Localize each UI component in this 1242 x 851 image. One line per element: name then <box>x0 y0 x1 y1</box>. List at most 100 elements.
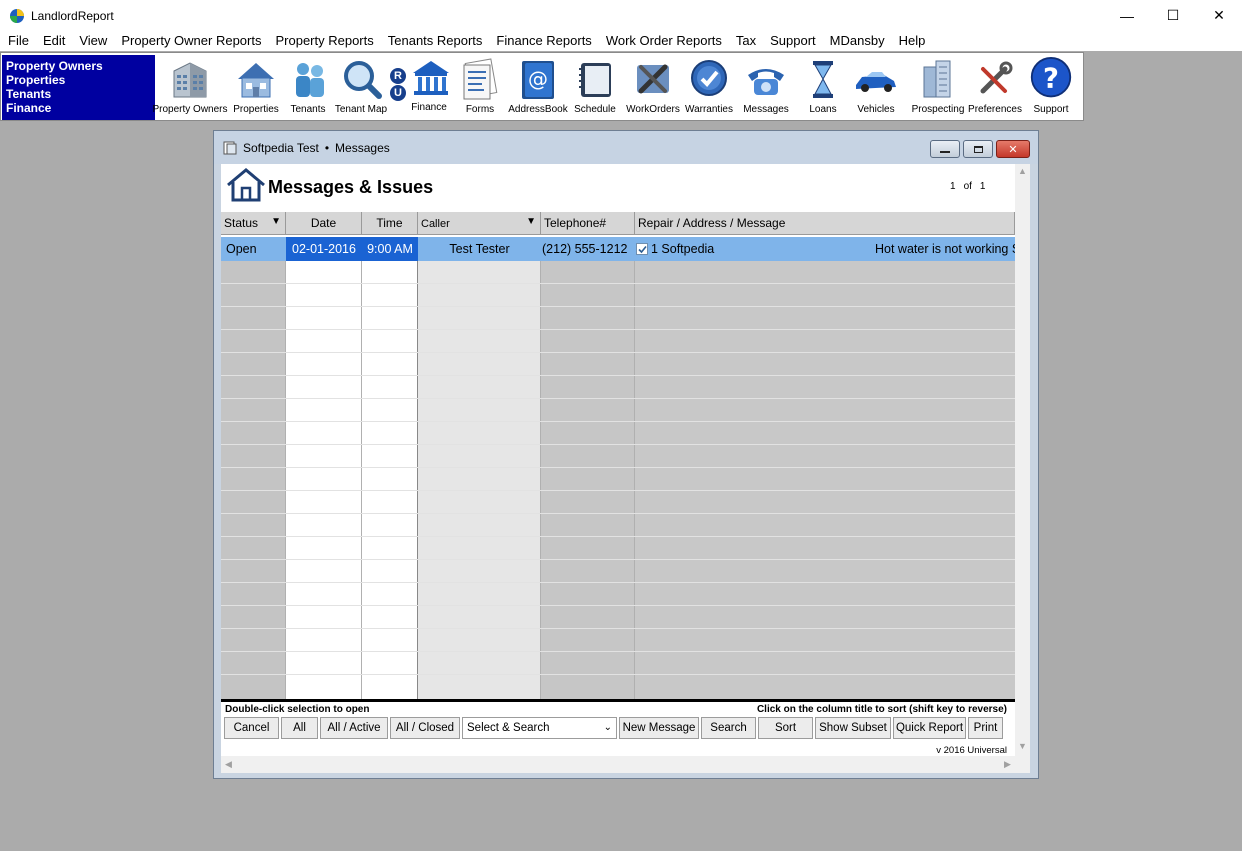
toolbar: Property Owners Properties Tenants Finan… <box>0 52 1084 121</box>
chevron-down-icon: ⌄ <box>603 722 612 733</box>
column-header-caller[interactable]: Caller ▼ <box>418 212 541 235</box>
chevron-down-icon: ▼ <box>526 216 536 227</box>
new-message-button[interactable]: New Message <box>619 717 699 739</box>
grid-line <box>221 674 1015 675</box>
messages-window: Softpedia Test • Messages ✕ Messages & I… <box>213 130 1039 779</box>
menu-finance-reports[interactable]: Finance Reports <box>489 31 598 51</box>
scroll-left-icon[interactable]: ◀ <box>221 756 236 773</box>
toolbar-tenant-map[interactable]: Tenant Map <box>335 57 387 119</box>
cell-telephone: (212) 555-1212 <box>542 242 628 256</box>
menu-view[interactable]: View <box>72 31 114 51</box>
messages-window-title-bar: Softpedia Test • Messages ✕ <box>214 131 1038 164</box>
document-icon <box>223 141 237 155</box>
minimize-button[interactable]: — <box>1104 0 1150 31</box>
horizontal-scrollbar[interactable]: ◀ ▶ <box>221 756 1015 773</box>
ru-badge-bottom: U <box>390 85 406 101</box>
grid-line <box>221 444 1015 445</box>
resize-grip-icon[interactable] <box>1015 756 1030 773</box>
chevron-down-icon: ▼ <box>271 216 281 227</box>
column-header-date[interactable]: Date <box>286 212 362 235</box>
menu-property-reports[interactable]: Property Reports <box>268 31 380 51</box>
toolbar-vehicles[interactable]: Vehicles <box>853 57 899 119</box>
column-title: Repair / Address / Message <box>638 216 786 230</box>
page-title: Messages & Issues <box>268 177 434 197</box>
maximize-button[interactable]: ☐ <box>1150 0 1196 31</box>
home-icon[interactable] <box>226 167 266 206</box>
select-search-dropdown[interactable]: Select & Search ⌄ <box>462 717 617 739</box>
ru-badge-icon: R U <box>388 57 408 101</box>
checkbox[interactable] <box>636 243 648 255</box>
menu-mdansby[interactable]: MDansby <box>823 31 892 51</box>
column-title: Status <box>224 216 259 230</box>
grid-line <box>221 513 1015 514</box>
nav-properties[interactable]: Properties <box>6 73 155 87</box>
show-subset-button[interactable]: Show Subset <box>815 717 891 739</box>
menu-property-owner-reports[interactable]: Property Owner Reports <box>114 31 268 51</box>
minimize-icon <box>940 151 950 153</box>
column-header-telephone[interactable]: Telephone# <box>541 212 635 235</box>
cell-message: Hot water is not working S <box>875 242 1015 256</box>
child-restore-button[interactable] <box>963 140 993 158</box>
print-button[interactable]: Print <box>968 717 1003 739</box>
nav-tenants[interactable]: Tenants <box>6 87 155 101</box>
child-close-button[interactable]: ✕ <box>996 140 1030 158</box>
column-header-repair[interactable]: Repair / Address / Message <box>635 212 1015 235</box>
column-header-time[interactable]: Time <box>362 212 418 235</box>
menu-edit[interactable]: Edit <box>36 31 72 51</box>
check-icon <box>638 245 647 254</box>
sort-button[interactable]: Sort <box>758 717 813 739</box>
version-label: v 2016 Universal <box>936 745 1007 756</box>
cell-repair-text: 1 Softpedia <box>651 242 715 256</box>
nav-property-owners[interactable]: Property Owners <box>6 59 155 73</box>
all-button[interactable]: All <box>281 717 318 739</box>
scroll-up-icon[interactable]: ▲ <box>1015 164 1030 179</box>
nav-finance[interactable]: Finance <box>6 101 155 115</box>
messages-footer: Double-click selection to open Click on … <box>221 699 1015 756</box>
menu-work-order-reports[interactable]: Work Order Reports <box>599 31 729 51</box>
menu-support[interactable]: Support <box>763 31 823 51</box>
ru-badge-top: R <box>390 68 406 84</box>
grid-line <box>221 582 1015 583</box>
window-title-project: Softpedia Test <box>243 140 319 155</box>
svg-text:?: ? <box>1043 62 1059 94</box>
quick-report-button[interactable]: Quick Report <box>893 717 966 739</box>
scroll-right-icon[interactable]: ▶ <box>1000 756 1015 773</box>
grid-line <box>221 536 1015 537</box>
hourglass-icon <box>801 57 845 101</box>
cell-status: Open <box>226 242 257 256</box>
app-title-bar: LandlordReport — ☐ ✕ <box>0 0 1242 31</box>
table-row[interactable]: Open 02-01-2016 9:00 AM Test Tester (212… <box>221 237 1015 261</box>
vertical-scrollbar[interactable]: ▲ ▼ <box>1015 164 1030 756</box>
grid-line <box>221 306 1015 307</box>
messages-grid[interactable]: Open 02-01-2016 9:00 AM Test Tester (212… <box>221 237 1015 699</box>
schedule-icon <box>573 57 617 101</box>
column-header-status[interactable]: Status ▼ <box>221 212 286 235</box>
menu-file[interactable]: File <box>1 31 36 51</box>
search-button[interactable]: Search <box>701 717 756 739</box>
house-icon <box>234 57 278 101</box>
svg-text:@: @ <box>528 67 548 91</box>
cell-time: 9:00 AM <box>362 237 418 261</box>
wrench-icon <box>973 57 1017 101</box>
grid-line <box>221 329 1015 330</box>
menu-help[interactable]: Help <box>892 31 933 51</box>
car-icon <box>854 57 898 101</box>
all-active-button[interactable]: All / Active <box>320 717 388 739</box>
grid-line <box>221 467 1015 468</box>
menu-tax[interactable]: Tax <box>729 31 763 51</box>
scroll-down-icon[interactable]: ▼ <box>1015 739 1030 754</box>
cell-caller: Test Tester <box>449 242 510 256</box>
close-button[interactable]: ✕ <box>1196 0 1242 31</box>
cell-repair: 1 Softpedia <box>636 237 866 261</box>
toolbar-property-owners[interactable]: Property Owners <box>152 57 228 119</box>
cancel-button[interactable]: Cancel <box>224 717 279 739</box>
all-closed-button[interactable]: All / Closed <box>390 717 460 739</box>
pager-of: of <box>963 181 972 192</box>
toolbar-support[interactable]: ? Support <box>1027 56 1075 119</box>
grid-line <box>221 490 1015 491</box>
grid-line <box>221 628 1015 629</box>
window-title-separator: • <box>324 140 330 155</box>
child-minimize-button[interactable] <box>930 140 960 158</box>
menu-tenants-reports[interactable]: Tenants Reports <box>381 31 490 51</box>
menu-bar: File Edit View Property Owner Reports Pr… <box>0 31 1242 51</box>
